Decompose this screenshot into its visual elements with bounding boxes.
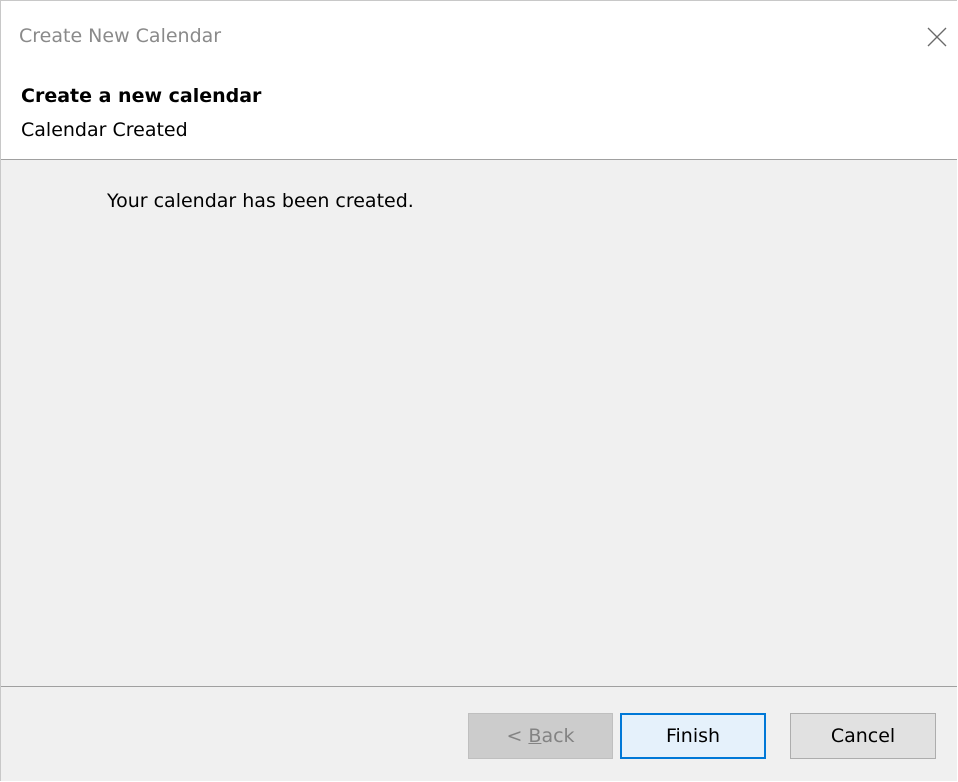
wizard-step-subtitle: Calendar Created: [21, 119, 188, 141]
wizard-content: Your calendar has been created.: [1, 160, 957, 686]
status-message: Your calendar has been created.: [107, 190, 414, 212]
back-button-prefix: <: [506, 725, 529, 747]
wizard-title: Create a new calendar: [21, 85, 262, 107]
close-button[interactable]: [917, 17, 957, 57]
wizard-footer: < Back Finish Cancel: [1, 687, 957, 781]
back-button-accelerator: B: [528, 725, 542, 747]
title-bar: Create New Calendar: [1, 1, 957, 75]
back-button-label-rest: ack: [541, 725, 575, 747]
close-icon: [927, 27, 947, 47]
create-calendar-dialog: Create New Calendar Create a new calenda…: [0, 0, 957, 781]
cancel-button[interactable]: Cancel: [790, 713, 936, 759]
back-button[interactable]: < Back: [468, 713, 613, 759]
wizard-header: Create a new calendar Calendar Created: [1, 75, 957, 160]
window-title: Create New Calendar: [19, 25, 222, 47]
finish-button[interactable]: Finish: [620, 713, 766, 759]
